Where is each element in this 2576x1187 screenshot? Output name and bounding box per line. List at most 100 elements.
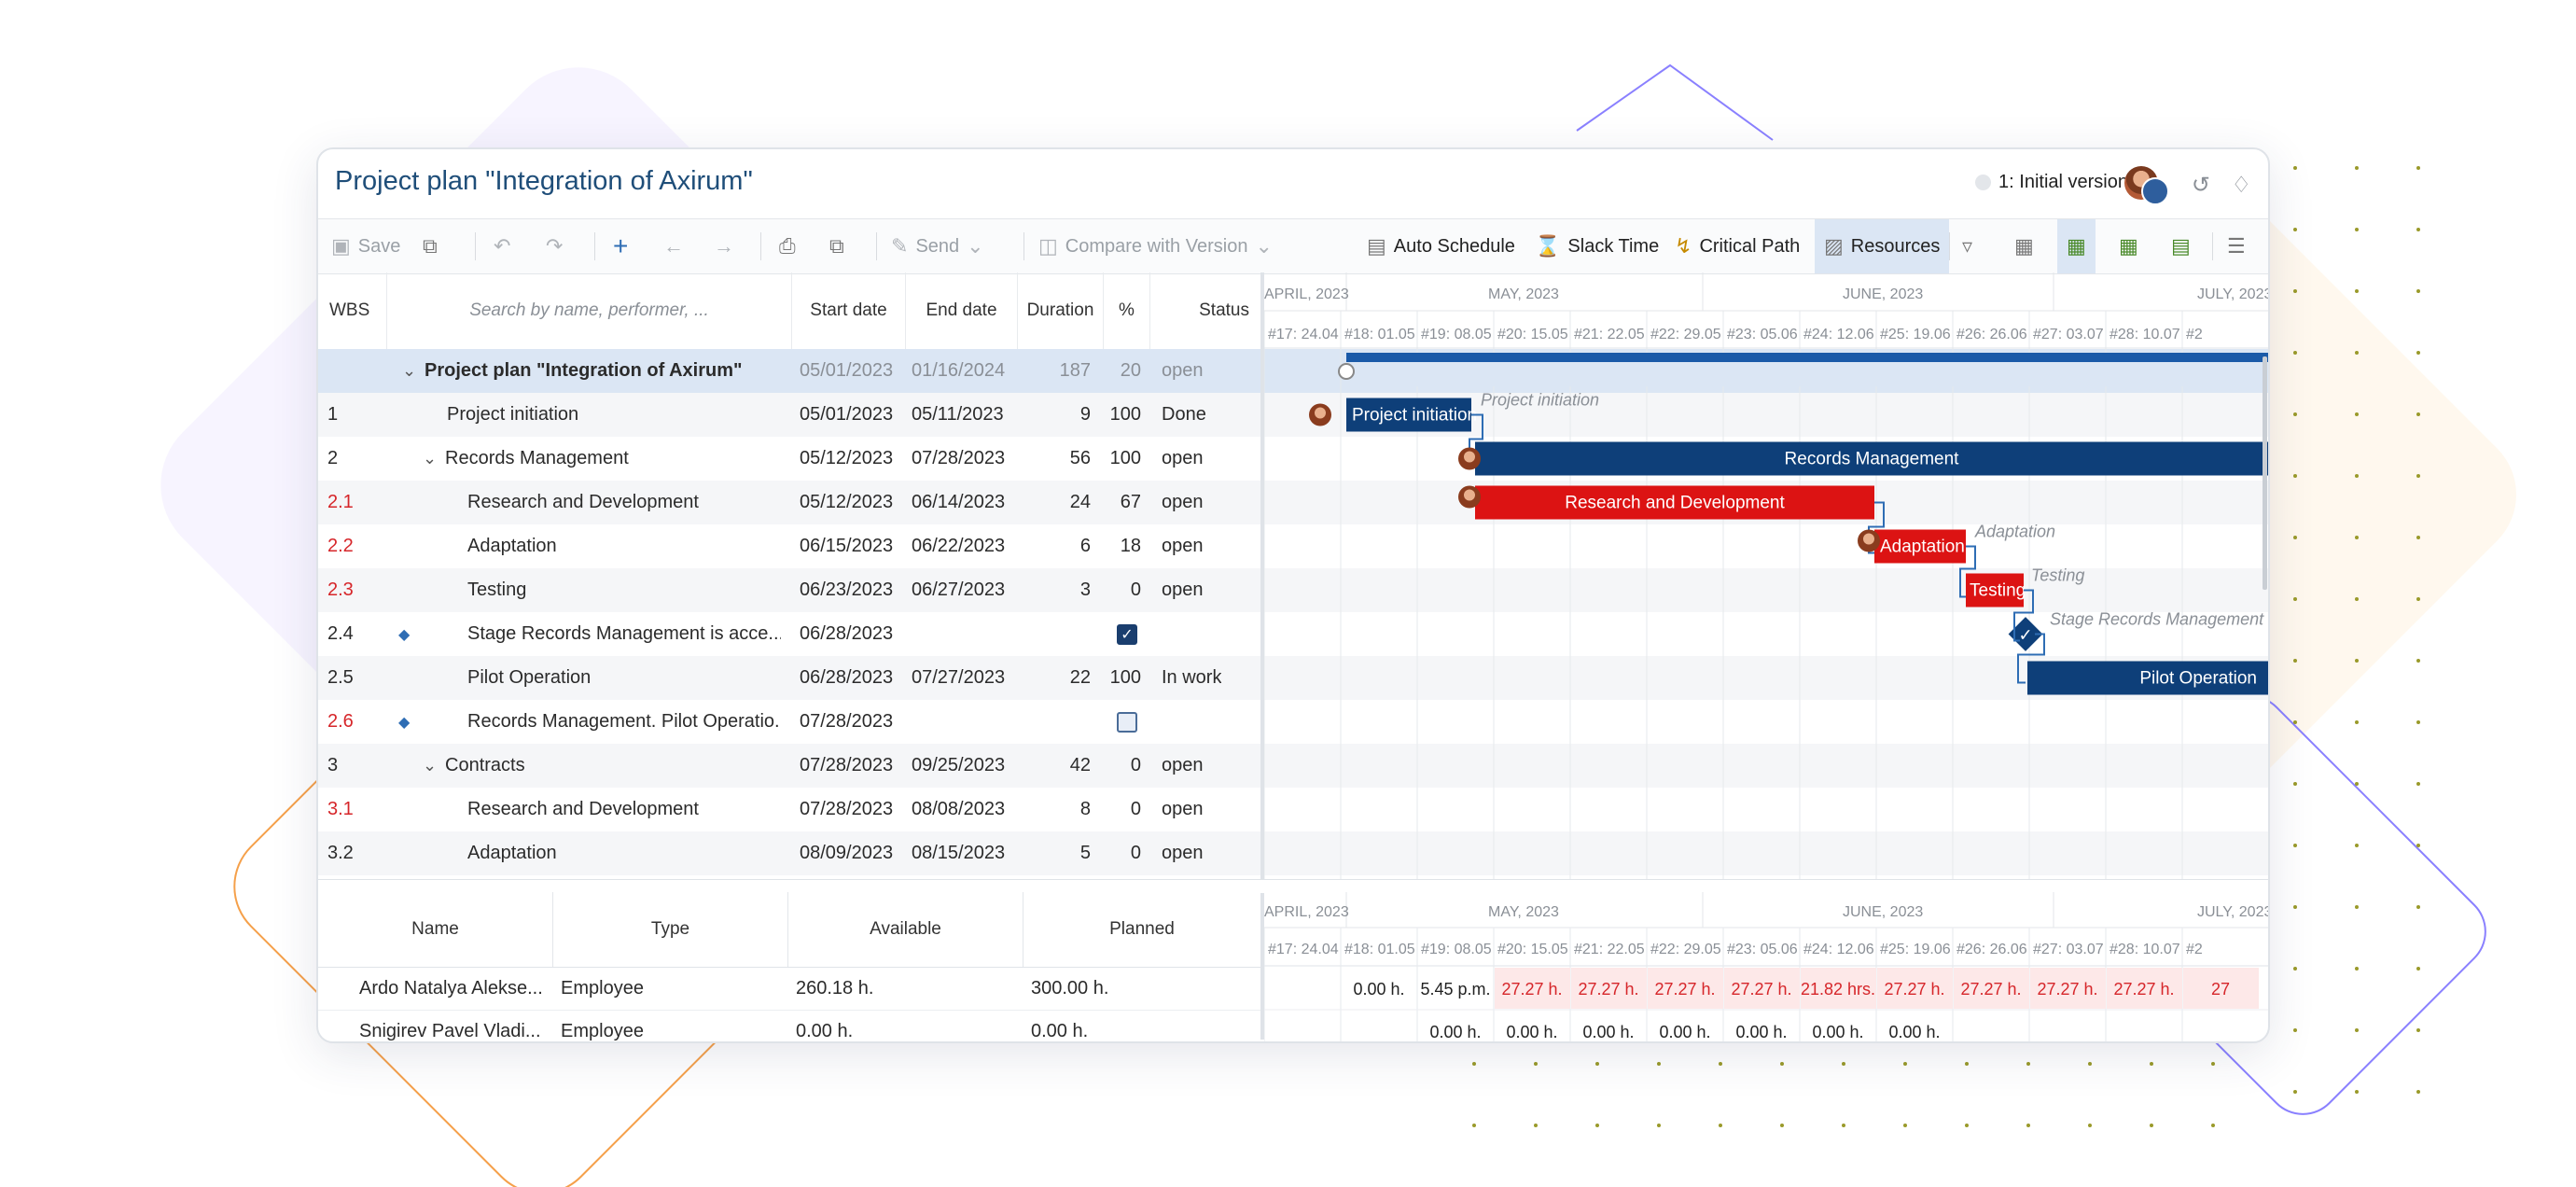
table-row[interactable]: 2.6 ◆ Records Management. Pilot Operatio..… [318,700,1260,744]
cell-end-date: 08/08/2023 [912,799,1006,819]
table-row[interactable]: 2.3 Testing 06/23/2023 06/27/2023 3 0 open [318,568,1260,612]
duplicate-button[interactable]: ⧉ [829,219,844,273]
cell-name: Project initiation [447,404,579,425]
calendar-view-button[interactable]: ▦ [2014,219,2034,273]
gantt-week-label: #19: 08.05 [1421,942,1492,957]
save-icon: ▣ [331,234,351,258]
sliders-icon: ☰ [2227,234,2246,258]
table-row[interactable]: ⌄ Project plan "Integration of Axirum" 05/… [318,349,1260,393]
copy-button[interactable]: ⧉ [423,219,438,273]
cell-wbs: 1 [327,404,339,425]
cell-percent: 18 [1120,536,1141,556]
avatar-face [1315,407,1326,419]
table-row[interactable]: 2.5 Pilot Operation 06/28/2023 07/27/2023 22… [318,656,1260,700]
filter-button[interactable]: ▿ [1962,219,1972,273]
load-value: 27.27 h. [1578,980,1638,998]
cell-status: open [1162,448,1204,468]
redo-button[interactable]: ↷ [546,219,563,273]
column-resource-name[interactable]: Name [318,892,553,967]
column-resource-planned[interactable]: Planned [1023,892,1260,967]
bar-label: Project initiation [1352,406,1477,426]
column-resource-available[interactable]: Available [788,892,1023,967]
redo-icon: ↷ [546,234,564,258]
print-icon: ⎙ [779,234,796,258]
column-percent[interactable]: % [1104,272,1150,349]
indent-button[interactable]: → [714,219,734,273]
auto-schedule-button[interactable]: ▤ Auto Schedule [1367,219,1515,273]
gantt-row-bg [1264,524,2268,568]
table-row[interactable]: 3 ⌄ Contracts 07/28/2023 09/25/2023 42 0 open [318,744,1260,788]
resource-grid-header: Name Type Available Planned [318,892,1260,968]
version-label: 1: Initial version [1998,172,2128,192]
search-input[interactable]: Search by name, performer, ... [387,272,792,349]
cell-duration: 8 [1079,799,1091,819]
column-resource-type[interactable]: Type [553,892,788,967]
avatar-secondary[interactable] [2141,177,2169,205]
column-status[interactable]: Status [1150,272,1260,349]
compare-version-dropdown[interactable]: ◫ Compare with Version ⌄ [1038,219,1273,273]
table-view-button[interactable]: ▦ [2119,219,2138,273]
save-button[interactable]: ▣ Save [331,219,400,273]
cell-end-date: 05/11/2023 [912,404,1004,425]
column-end-date[interactable]: End date [906,272,1018,349]
critical-path-button[interactable]: ↯ Critical Path [1675,219,1800,273]
task-grid-header: WBS Search by name, performer, ... Start… [318,272,1260,350]
outdent-button[interactable]: ← [663,219,684,273]
undo-button[interactable]: ↶ [494,219,510,273]
gantt-row-bg [1264,831,2268,875]
cell-end-date: 06/22/2023 [912,536,1006,556]
version-indicator[interactable]: 1: Initial version [1975,172,2128,193]
resource-row[interactable]: Snigirev Pavel Vladi... Employee 0.00 h. 0.… [318,1010,1260,1041]
cell-name: Records Management [445,448,629,468]
add-task-button[interactable]: + [613,219,628,273]
load-value: 0.00 h. [1812,1023,1863,1041]
chevron-down-icon[interactable]: ⌄ [423,744,437,788]
gantt-week-label: #25: 19.06 [1880,942,1951,957]
compare-icon: ◫ [1038,234,1058,258]
settings-button[interactable]: ☰ [2227,219,2246,273]
bar-side-label: Stage Records Management [2050,610,2264,629]
resource-divider[interactable] [318,879,2268,893]
sheet-view-button[interactable]: ▤ [2171,219,2191,273]
cell-wbs: 2.2 [327,536,354,556]
gantt-row-bg [1264,788,2268,831]
cell-status: open [1162,843,1204,863]
resource-row[interactable]: Ardo Natalya Alekse... Employee 260.18 h. 3… [318,967,1260,1011]
cell-start-date: 06/28/2023 [800,667,894,688]
table-row[interactable]: 3.2 Adaptation 08/09/2023 08/15/2023 5 0 open [318,831,1260,875]
chevron-down-icon[interactable]: ⌄ [423,437,437,481]
cell-name: Testing [467,580,527,600]
cell-start-date: 07/28/2023 [800,799,894,819]
history-icon[interactable]: ↺ [2192,172,2210,199]
column-duration[interactable]: Duration [1018,272,1104,349]
bar-side-label: Project initiation [1481,391,1599,410]
slack-time-button[interactable]: ⌛ Slack Time [1535,219,1659,273]
gantt-month-label: JUNE, 2023 [1843,286,1923,302]
column-wbs[interactable]: WBS [318,272,387,349]
chevron-down-icon[interactable]: ⌄ [402,349,416,393]
column-start-date[interactable]: Start date [792,272,906,349]
table-row[interactable]: 1 Project initiation 05/01/2023 05/11/2023 9… [318,393,1260,437]
table-row[interactable]: 2 ⌄ Records Management 05/12/2023 07/28/2023… [318,437,1260,481]
gantt-view-button[interactable]: ▦ [2057,219,2096,273]
resource-type: Employee [561,1020,644,1041]
avatar-face [1464,451,1475,463]
cell-status: open [1162,799,1204,819]
bell-icon[interactable]: ♢ [2231,172,2251,199]
milestone-check-icon: ✓ [2018,626,2032,645]
load-value: 5.45 p.m. [1420,980,1490,998]
cell-duration: 187 [1059,360,1091,381]
print-button[interactable]: ⎙ [779,219,796,273]
gantt-week-label: #24: 12.06 [1803,942,1874,957]
table-row[interactable]: 2.1 Research and Development 05/12/2023 06/… [318,481,1260,524]
gantt-row-bg [1264,568,2268,612]
table-row[interactable]: 2.4 ◆ Stage Records Management is acce... 0… [318,612,1260,656]
resources-button[interactable]: ▨ Resources [1815,219,1950,273]
table-row[interactable]: 3.1 Research and Development 07/28/2023 08/… [318,788,1260,831]
cell-name: Adaptation [467,536,557,556]
send-button[interactable]: ✎ Send ⌄ [891,219,984,273]
table-row[interactable]: 2.2 Adaptation 06/15/2023 06/22/2023 6 18 open [318,524,1260,568]
duplicate-icon: ⧉ [829,234,844,258]
milestone-checkbox[interactable]: ✓ [1117,612,1137,656]
milestone-checkbox[interactable] [1117,700,1137,744]
